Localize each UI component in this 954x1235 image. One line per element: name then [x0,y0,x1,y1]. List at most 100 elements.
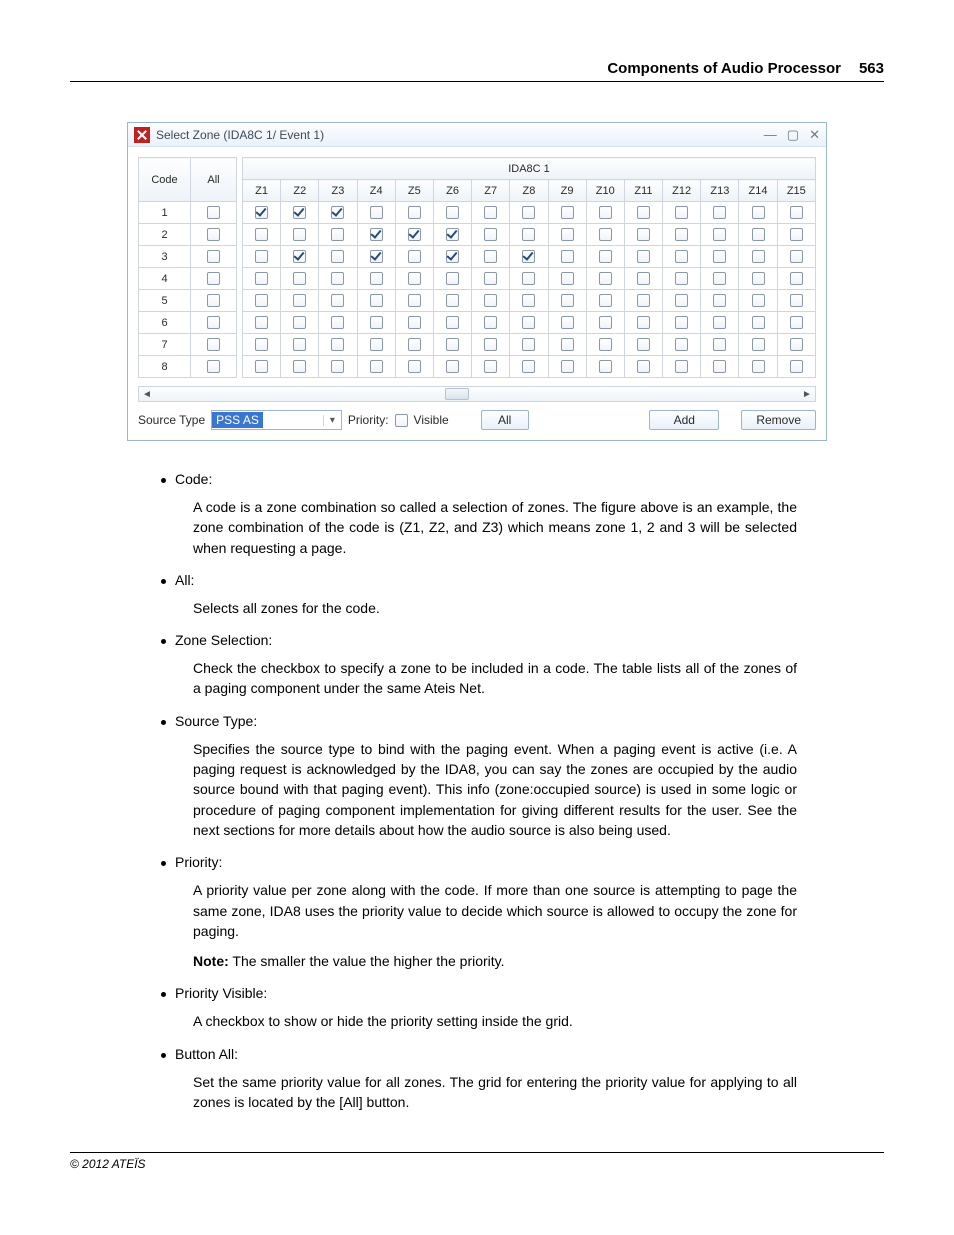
cell-zone[interactable] [357,246,395,268]
zone-checkbox[interactable] [522,272,535,285]
zone-checkbox[interactable] [637,250,650,263]
zone-checkbox[interactable] [599,206,612,219]
zone-checkbox[interactable] [713,360,726,373]
cell-zone[interactable] [281,290,319,312]
cell-zone[interactable] [319,202,357,224]
cell-zone[interactable] [357,290,395,312]
zone-checkbox[interactable] [599,228,612,241]
cell-zone[interactable] [739,246,777,268]
cell-zone[interactable] [319,246,357,268]
zone-checkbox[interactable] [790,294,803,307]
zone-checkbox[interactable] [675,228,688,241]
cell-zone[interactable] [739,290,777,312]
zone-checkbox[interactable] [522,228,535,241]
cell-all[interactable] [191,334,237,356]
cell-zone[interactable] [548,290,586,312]
zone-checkbox[interactable] [408,272,421,285]
scroll-right-arrow-icon[interactable]: ► [799,389,815,400]
all-checkbox[interactable] [207,228,220,241]
cell-zone[interactable] [701,356,739,378]
zone-checkbox[interactable] [599,294,612,307]
cell-zone[interactable] [395,356,433,378]
cell-zone[interactable] [586,224,624,246]
zone-checkbox[interactable] [713,250,726,263]
cell-all[interactable] [191,224,237,246]
zone-checkbox[interactable] [790,206,803,219]
cell-zone[interactable] [319,334,357,356]
cell-zone[interactable] [701,246,739,268]
all-checkbox[interactable] [207,338,220,351]
zone-checkbox[interactable] [370,206,383,219]
zone-checkbox[interactable] [255,360,268,373]
cell-zone[interactable] [395,246,433,268]
cell-zone[interactable] [510,334,548,356]
cell-zone[interactable] [395,224,433,246]
source-type-combo[interactable]: PSS AS ▾ [211,410,342,430]
cell-zone[interactable] [663,312,701,334]
cell-zone[interactable] [395,334,433,356]
zone-checkbox[interactable] [293,294,306,307]
cell-zone[interactable] [739,224,777,246]
zone-checkbox[interactable] [675,272,688,285]
cell-zone[interactable] [357,356,395,378]
zone-checkbox[interactable] [408,294,421,307]
cell-zone[interactable] [243,312,281,334]
zone-checkbox[interactable] [408,228,421,241]
zone-checkbox[interactable] [637,360,650,373]
cell-zone[interactable] [510,356,548,378]
zone-checkbox[interactable] [790,250,803,263]
cell-zone[interactable] [624,334,662,356]
all-checkbox[interactable] [207,206,220,219]
cell-zone[interactable] [243,356,281,378]
cell-zone[interactable] [319,268,357,290]
zone-checkbox[interactable] [599,338,612,351]
zone-checkbox[interactable] [752,250,765,263]
cell-all[interactable] [191,356,237,378]
cell-zone[interactable] [433,356,471,378]
cell-zone[interactable] [624,312,662,334]
all-checkbox[interactable] [207,294,220,307]
window-close-icon[interactable]: ✕ [809,127,820,143]
cell-zone[interactable] [777,312,815,334]
zone-checkbox[interactable] [752,206,765,219]
cell-zone[interactable] [624,356,662,378]
zone-checkbox[interactable] [484,338,497,351]
add-button[interactable]: Add [649,410,719,430]
zone-checkbox[interactable] [331,294,344,307]
cell-zone[interactable] [281,312,319,334]
zone-checkbox[interactable] [293,316,306,329]
zone-checkbox[interactable] [484,272,497,285]
zone-checkbox[interactable] [561,294,574,307]
cell-zone[interactable] [319,290,357,312]
cell-zone[interactable] [624,268,662,290]
cell-zone[interactable] [472,356,510,378]
zone-checkbox[interactable] [790,228,803,241]
cell-zone[interactable] [433,246,471,268]
all-checkbox[interactable] [207,316,220,329]
cell-zone[interactable] [624,202,662,224]
cell-zone[interactable] [243,224,281,246]
cell-zone[interactable] [357,202,395,224]
cell-zone[interactable] [472,312,510,334]
zone-checkbox[interactable] [752,272,765,285]
zone-checkbox[interactable] [752,294,765,307]
all-checkbox[interactable] [207,360,220,373]
cell-zone[interactable] [548,224,586,246]
cell-zone[interactable] [281,224,319,246]
zone-checkbox[interactable] [370,250,383,263]
cell-zone[interactable] [777,202,815,224]
zone-checkbox[interactable] [484,250,497,263]
cell-zone[interactable] [433,268,471,290]
remove-button[interactable]: Remove [741,410,816,430]
zone-checkbox[interactable] [370,272,383,285]
cell-zone[interactable] [663,334,701,356]
zone-checkbox[interactable] [484,228,497,241]
cell-zone[interactable] [281,356,319,378]
zone-checkbox[interactable] [713,316,726,329]
zone-checkbox[interactable] [408,338,421,351]
zone-checkbox[interactable] [293,228,306,241]
cell-zone[interactable] [510,246,548,268]
zone-checkbox[interactable] [446,360,459,373]
zone-checkbox[interactable] [446,294,459,307]
cell-zone[interactable] [319,312,357,334]
